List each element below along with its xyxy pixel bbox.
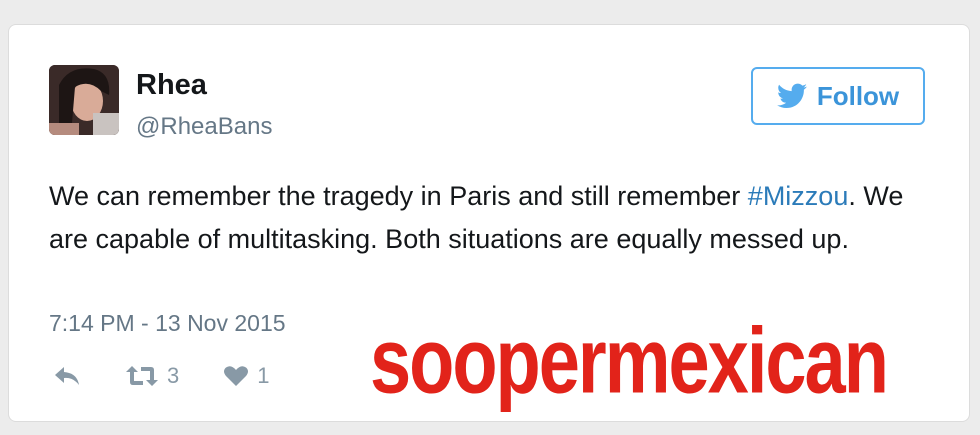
watermark-logo: soopermexican xyxy=(370,308,889,413)
reply-icon xyxy=(55,367,79,385)
retweet-icon xyxy=(126,366,158,386)
tweet-text-part1: We can remember the tragedy in Paris and… xyxy=(49,181,748,211)
heart-icon xyxy=(224,366,249,386)
like-action[interactable]: 1 xyxy=(223,363,270,389)
like-count: 1 xyxy=(257,363,270,388)
reply-action[interactable] xyxy=(53,365,81,387)
follow-button[interactable]: Follow xyxy=(751,67,925,125)
avatar[interactable] xyxy=(49,65,119,135)
tweet-actions: 3 1 xyxy=(53,363,314,389)
tweet-timestamp[interactable]: 7:14 PM - 13 Nov 2015 xyxy=(49,310,286,337)
hashtag-link[interactable]: #Mizzou xyxy=(748,181,849,211)
author-handle[interactable]: @RheaBans xyxy=(136,113,272,141)
twitter-bird-icon xyxy=(776,83,807,108)
retweet-action[interactable]: 3 xyxy=(125,363,179,389)
follow-button-label: Follow xyxy=(816,80,900,111)
tweet-text: We can remember the tragedy in Paris and… xyxy=(49,175,929,261)
retweet-count: 3 xyxy=(167,363,180,388)
avatar-photo-icon xyxy=(49,65,119,135)
author-name[interactable]: Rhea xyxy=(136,69,207,102)
